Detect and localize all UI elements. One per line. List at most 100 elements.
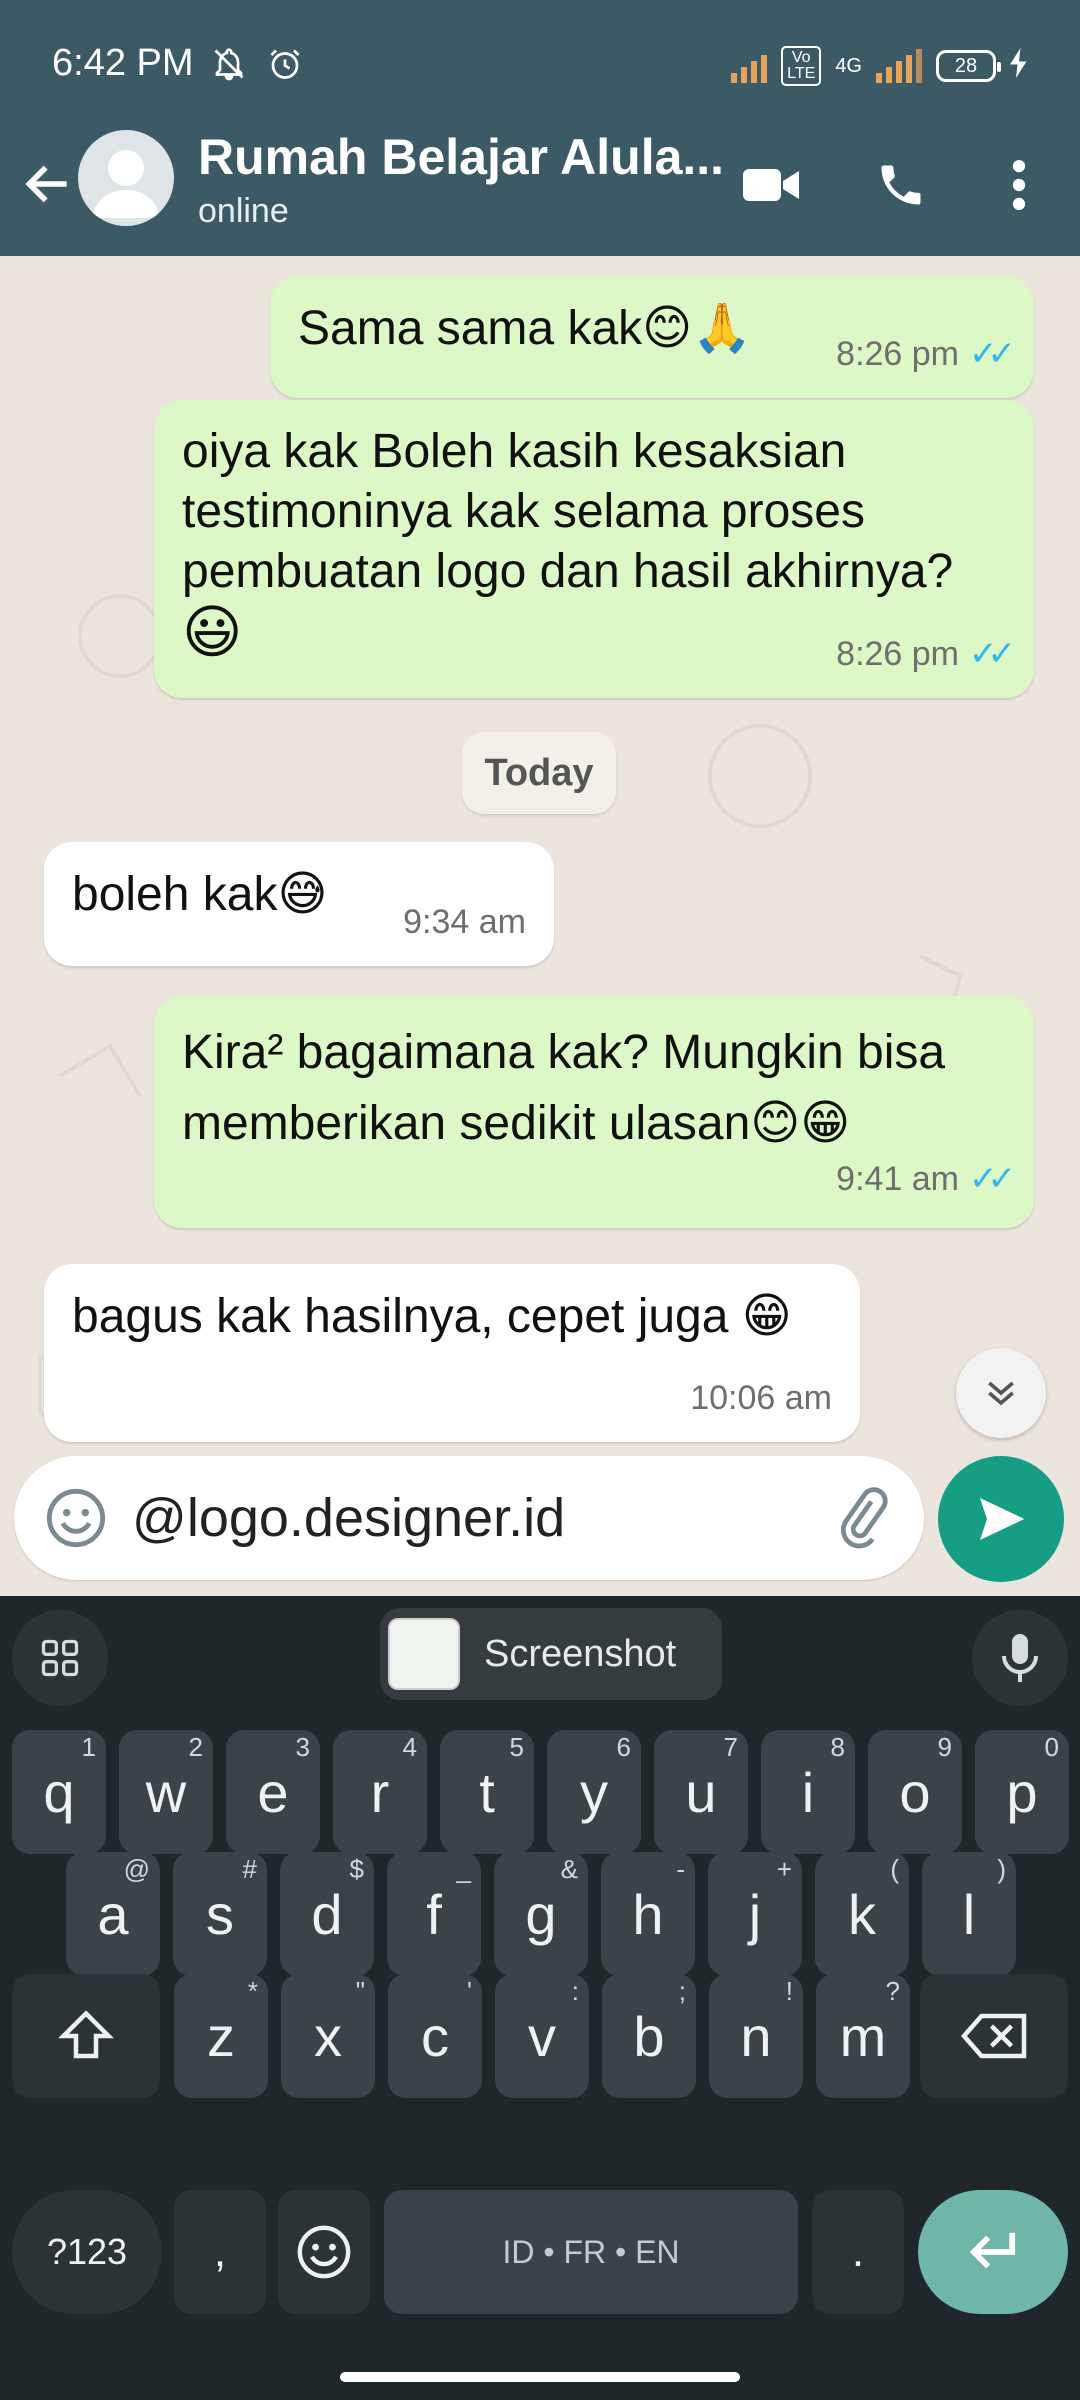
battery-icon: 28 bbox=[936, 50, 1001, 82]
key-alt-label: _ bbox=[456, 1854, 471, 1884]
key-label: f bbox=[426, 1882, 442, 1946]
key-label: v bbox=[528, 2004, 556, 2068]
home-indicator bbox=[340, 2372, 740, 2382]
alarm-icon bbox=[264, 43, 306, 85]
backspace-key[interactable] bbox=[920, 1974, 1068, 2098]
key-z[interactable]: z * bbox=[174, 1974, 268, 2098]
back-arrow-icon[interactable] bbox=[20, 156, 76, 212]
key-l[interactable]: l) bbox=[922, 1852, 1016, 1976]
key-alt-label: - bbox=[676, 1854, 685, 1884]
key-label: q bbox=[43, 1760, 75, 1824]
key-alt-label: ! bbox=[785, 1976, 793, 2006]
key-h[interactable]: h- bbox=[601, 1852, 695, 1976]
period-key[interactable]: . bbox=[812, 2190, 904, 2314]
key-alt-label: @ bbox=[123, 1854, 150, 1884]
key-s[interactable]: s # bbox=[173, 1852, 267, 1976]
read-receipt-icon: ✓✓ bbox=[969, 635, 1016, 673]
enter-icon bbox=[969, 2232, 1016, 2269]
key-j[interactable]: j + bbox=[708, 1852, 802, 1976]
screenshot-suggestion-chip[interactable]: Screenshot bbox=[380, 1608, 722, 1700]
message-emoji: 😅 bbox=[277, 866, 328, 922]
key-p[interactable]: p0 bbox=[975, 1730, 1069, 1854]
emoji-key[interactable] bbox=[278, 2190, 370, 2314]
voice-call-icon[interactable] bbox=[866, 150, 936, 220]
volte-badge: Vo LTE bbox=[781, 46, 822, 86]
key-alt-label: 6 bbox=[616, 1732, 631, 1762]
key-m[interactable]: m? bbox=[816, 1974, 910, 2098]
more-options-icon[interactable] bbox=[984, 150, 1054, 220]
message-input-box[interactable] bbox=[14, 1456, 924, 1580]
key-label: d bbox=[311, 1882, 343, 1946]
key-t[interactable]: t5 bbox=[440, 1730, 534, 1854]
key-d[interactable]: d $ bbox=[280, 1852, 374, 1976]
key-c[interactable]: c ' bbox=[388, 1974, 482, 2098]
key-u[interactable]: u7 bbox=[654, 1730, 748, 1854]
key-alt-label: 7 bbox=[723, 1732, 738, 1762]
key-i[interactable]: i8 bbox=[761, 1730, 855, 1854]
message-bubble-incoming[interactable]: bagus kak hasilnya, cepet juga 😁 10:06 a… bbox=[44, 1264, 860, 1442]
chat-header: Rumah Belajar Alula... online bbox=[0, 120, 1080, 256]
send-icon bbox=[980, 1498, 1025, 1540]
composer bbox=[0, 1440, 1080, 1596]
backspace-icon bbox=[961, 2013, 1027, 2059]
key-e[interactable]: e3 bbox=[226, 1730, 320, 1854]
key-o[interactable]: o9 bbox=[868, 1730, 962, 1854]
key-alt-label: ? bbox=[885, 1976, 900, 2006]
enter-key[interactable] bbox=[918, 2190, 1068, 2314]
microphone-icon[interactable] bbox=[972, 1610, 1068, 1706]
key-alt-label: 9 bbox=[937, 1732, 952, 1762]
key-alt-label: 4 bbox=[402, 1732, 417, 1762]
key-label: t bbox=[479, 1760, 495, 1824]
key-v[interactable]: v: bbox=[495, 1974, 589, 2098]
key-x[interactable]: x " bbox=[281, 1974, 375, 2098]
key-alt-label: # bbox=[242, 1854, 257, 1884]
avatar[interactable] bbox=[78, 130, 174, 226]
message-bubble-outgoing[interactable]: Sama sama kak😊🙏 8:26 pm ✓✓ bbox=[270, 276, 1034, 398]
chat-title[interactable]: Rumah Belajar Alula... bbox=[198, 128, 724, 186]
key-b[interactable]: b; bbox=[602, 1974, 696, 2098]
message-meta: 9:34 am bbox=[403, 892, 526, 952]
keyboard-menu-icon[interactable] bbox=[12, 1610, 108, 1706]
key-k[interactable]: k( bbox=[815, 1852, 909, 1976]
video-call-icon[interactable] bbox=[736, 150, 806, 220]
message-bubble-outgoing[interactable]: Kira² bagaimana kak? Mungkin bisa member… bbox=[154, 996, 1034, 1228]
message-meta: 8:26 pm ✓✓ bbox=[836, 324, 1016, 384]
key-r[interactable]: r4 bbox=[333, 1730, 427, 1854]
symbols-key[interactable]: ?123 bbox=[12, 2190, 162, 2314]
emoji-icon[interactable] bbox=[44, 1486, 108, 1550]
attach-icon[interactable] bbox=[830, 1486, 894, 1550]
key-label: c bbox=[421, 2004, 449, 2068]
message-list[interactable]: Sama sama kak😊🙏 8:26 pm ✓✓ oiya kak Bole… bbox=[0, 256, 1080, 1596]
key-w[interactable]: w2 bbox=[119, 1730, 213, 1854]
notifications-muted-icon bbox=[208, 43, 250, 85]
key-q[interactable]: q1 bbox=[12, 1730, 106, 1854]
key-g[interactable]: g & bbox=[494, 1852, 588, 1976]
key-a[interactable]: a @ bbox=[66, 1852, 160, 1976]
key-alt-label: + bbox=[776, 1854, 792, 1884]
message-emoji: 😊🙏 bbox=[642, 300, 752, 356]
shift-key[interactable] bbox=[12, 1974, 160, 2098]
key-f[interactable]: f _ bbox=[387, 1852, 481, 1976]
message-time: 8:26 pm bbox=[836, 335, 960, 373]
message-input[interactable] bbox=[132, 1478, 812, 1558]
scroll-to-bottom-button[interactable] bbox=[956, 1348, 1046, 1438]
key-y[interactable]: y6 bbox=[547, 1730, 641, 1854]
key-label: j bbox=[748, 1882, 762, 1946]
key-alt-label: 2 bbox=[188, 1732, 203, 1762]
comma-key[interactable]: , bbox=[174, 2190, 266, 2314]
message-meta: 8:26 pm ✓✓ bbox=[836, 624, 1016, 684]
key-label: o bbox=[899, 1760, 931, 1824]
message-bubble-incoming[interactable]: boleh kak😅 9:34 am bbox=[44, 842, 554, 966]
key-label: w bbox=[145, 1760, 187, 1824]
message-time: 9:41 am bbox=[836, 1160, 960, 1198]
message-bubble-outgoing[interactable]: oiya kak Boleh kasih kesaksian testimoni… bbox=[154, 400, 1034, 698]
key-alt-label: 0 bbox=[1044, 1732, 1059, 1762]
message-meta: 9:41 am ✓✓ bbox=[836, 1144, 1016, 1214]
send-button[interactable] bbox=[938, 1456, 1064, 1582]
key-alt-label: 3 bbox=[295, 1732, 310, 1762]
space-key[interactable]: ID • FR • EN bbox=[384, 2190, 798, 2314]
key-alt-label: : bbox=[571, 1976, 579, 2006]
key-label: s bbox=[206, 1882, 234, 1946]
key-n[interactable]: n! bbox=[709, 1974, 803, 2098]
key-label: e bbox=[257, 1760, 289, 1824]
